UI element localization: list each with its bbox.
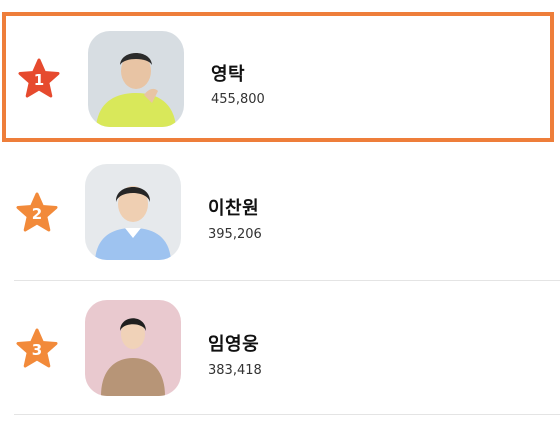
artist-name: 이찬원 — [208, 198, 260, 219]
artist-photo — [85, 164, 181, 260]
row-divider — [14, 414, 560, 415]
rank-number: 1 — [34, 71, 44, 89]
artist-photo — [85, 300, 181, 396]
rank-number: 2 — [32, 205, 42, 223]
vote-count: 455,800 — [211, 92, 265, 107]
rank-star-icon: 3 — [16, 328, 58, 370]
ranking-item-2[interactable]: 2 이찬원 395,206 — [0, 146, 560, 280]
rank-number: 3 — [32, 341, 42, 359]
vote-count: 395,206 — [208, 227, 262, 242]
ranking-list: 1 영탁 455,800 2 이찬원 395,206 3 임영웅 383,418 — [0, 0, 560, 433]
vote-count: 383,418 — [208, 363, 262, 378]
ranking-item-3[interactable]: 3 임영웅 383,418 — [0, 282, 560, 416]
rank-star-icon: 1 — [18, 58, 60, 100]
artist-name: 임영웅 — [208, 334, 260, 355]
artist-name: 영탁 — [211, 64, 246, 85]
ranking-item-1[interactable]: 1 영탁 455,800 — [2, 12, 554, 142]
artist-photo — [88, 31, 184, 127]
row-divider — [14, 280, 560, 281]
rank-star-icon: 2 — [16, 192, 58, 234]
